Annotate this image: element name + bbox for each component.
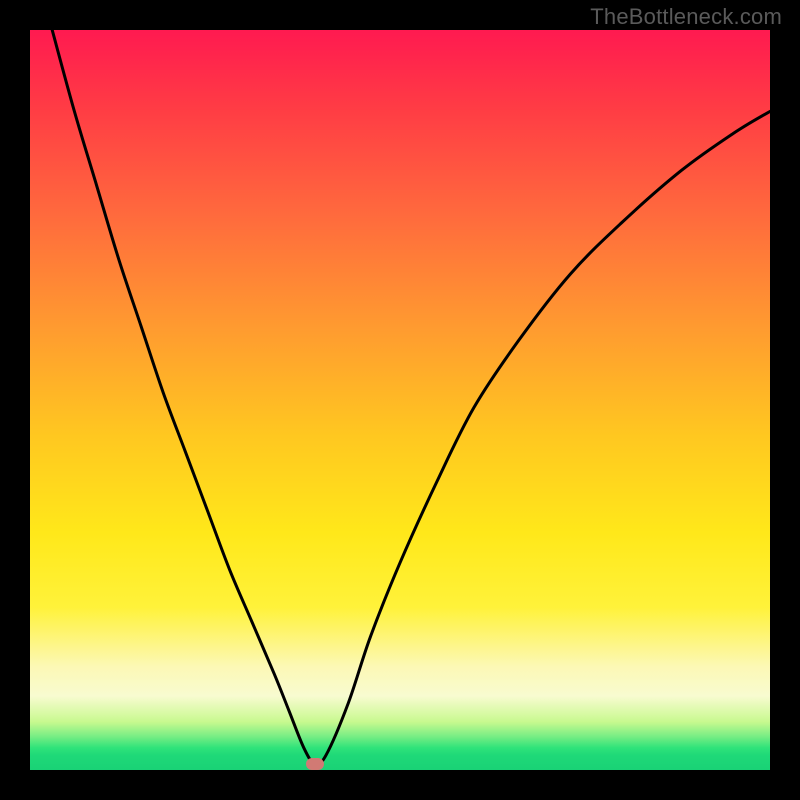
curve-path xyxy=(52,30,770,765)
bottleneck-curve xyxy=(30,30,770,770)
chart-frame: TheBottleneck.com xyxy=(0,0,800,800)
minimum-marker xyxy=(306,758,324,770)
watermark-text: TheBottleneck.com xyxy=(590,4,782,30)
plot-area xyxy=(30,30,770,770)
